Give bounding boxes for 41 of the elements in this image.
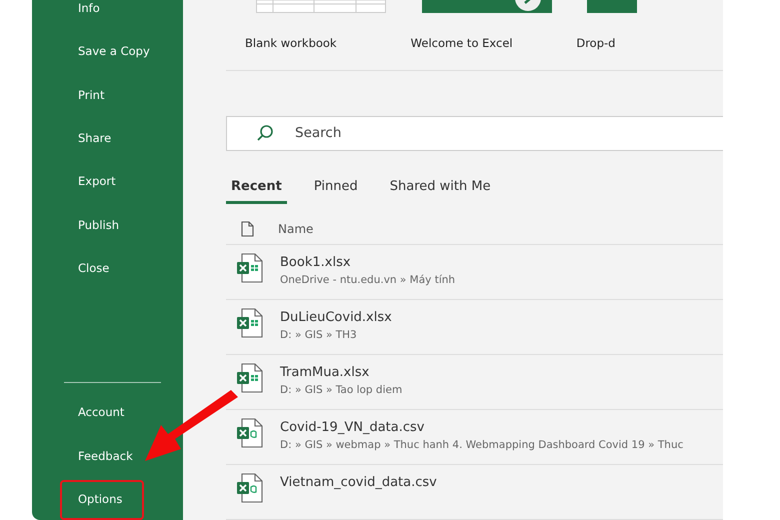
file-name: Vietnam_covid_data.csv	[280, 474, 437, 492]
sidebar-item[interactable]: Feedback	[78, 434, 133, 478]
sidebar-item[interactable]: Save a Copy	[78, 30, 150, 74]
sidebar-item[interactable]: Print	[78, 74, 104, 117]
file-path: OneDrive - ntu.edu.vn » Máy tính	[280, 272, 456, 288]
file-row[interactable]: DuLieuCovid.xlsx D: » GIS » TH3	[226, 300, 723, 356]
sidebar-item[interactable]: Account	[78, 391, 124, 435]
file-row[interactable]: Vietnam_covid_data.csv	[226, 465, 723, 520]
file-path: D: » GIS » webmap » Thuc hanh 4. Webmapping Dashboard Covid 19 » Thuc	[280, 438, 684, 453]
file-name: DuLieuCovid.xlsx	[280, 309, 392, 328]
file-row[interactable]: TramMua.xlsx D: » GIS » Tao lop diem	[226, 355, 723, 410]
sidebar-item[interactable]: Options	[60, 480, 144, 520]
tab[interactable]: Shared with Me	[384, 176, 496, 204]
tab[interactable]: Recent	[226, 176, 287, 204]
search-field[interactable]: Search	[226, 116, 723, 151]
template-label: Welcome to Excel	[410, 35, 513, 52]
file-icon	[241, 221, 254, 238]
template-label: Drop-d	[576, 35, 616, 52]
tab[interactable]: Pinned	[308, 176, 363, 204]
spreadsheet-file-icon	[236, 253, 264, 284]
file-row[interactable]: Covid-19_VN_data.csv D: » GIS » webmap » Thuc hanh 4. Webmapping Dashboard Covid 19 » Thuc	[226, 410, 723, 466]
template-label: Blank workbook	[245, 35, 337, 52]
file-row[interactable]: Book1.xlsx OneDrive - ntu.edu.vn » Máy tính	[226, 245, 723, 300]
spreadsheet-file-icon	[236, 473, 264, 504]
spreadsheet-file-icon	[236, 363, 264, 394]
blank-workbook-thumbnail[interactable]	[256, 0, 386, 13]
file-name: Covid-19_VN_data.csv	[280, 419, 426, 438]
file-path: D: » GIS » Tao lop diem	[280, 382, 402, 398]
welcome-thumbnail[interactable]	[422, 0, 552, 13]
sidebar-item[interactable]: Info	[78, 0, 100, 30]
spreadsheet-file-icon	[236, 308, 264, 338]
file-name: Book1.xlsx	[280, 254, 352, 272]
sidebar-item[interactable]: Publish	[78, 203, 119, 247]
template-thumbnail[interactable]	[587, 0, 638, 13]
file-path: D: » GIS » TH3	[280, 328, 358, 343]
sidebar-item[interactable]: Export	[78, 160, 116, 204]
column-header: Name	[278, 221, 314, 238]
sidebar-item[interactable]: Close	[78, 246, 110, 290]
spreadsheet-file-icon	[236, 418, 264, 448]
sidebar-item[interactable]: Share	[78, 116, 112, 160]
file-name: TramMua.xlsx	[280, 364, 370, 382]
